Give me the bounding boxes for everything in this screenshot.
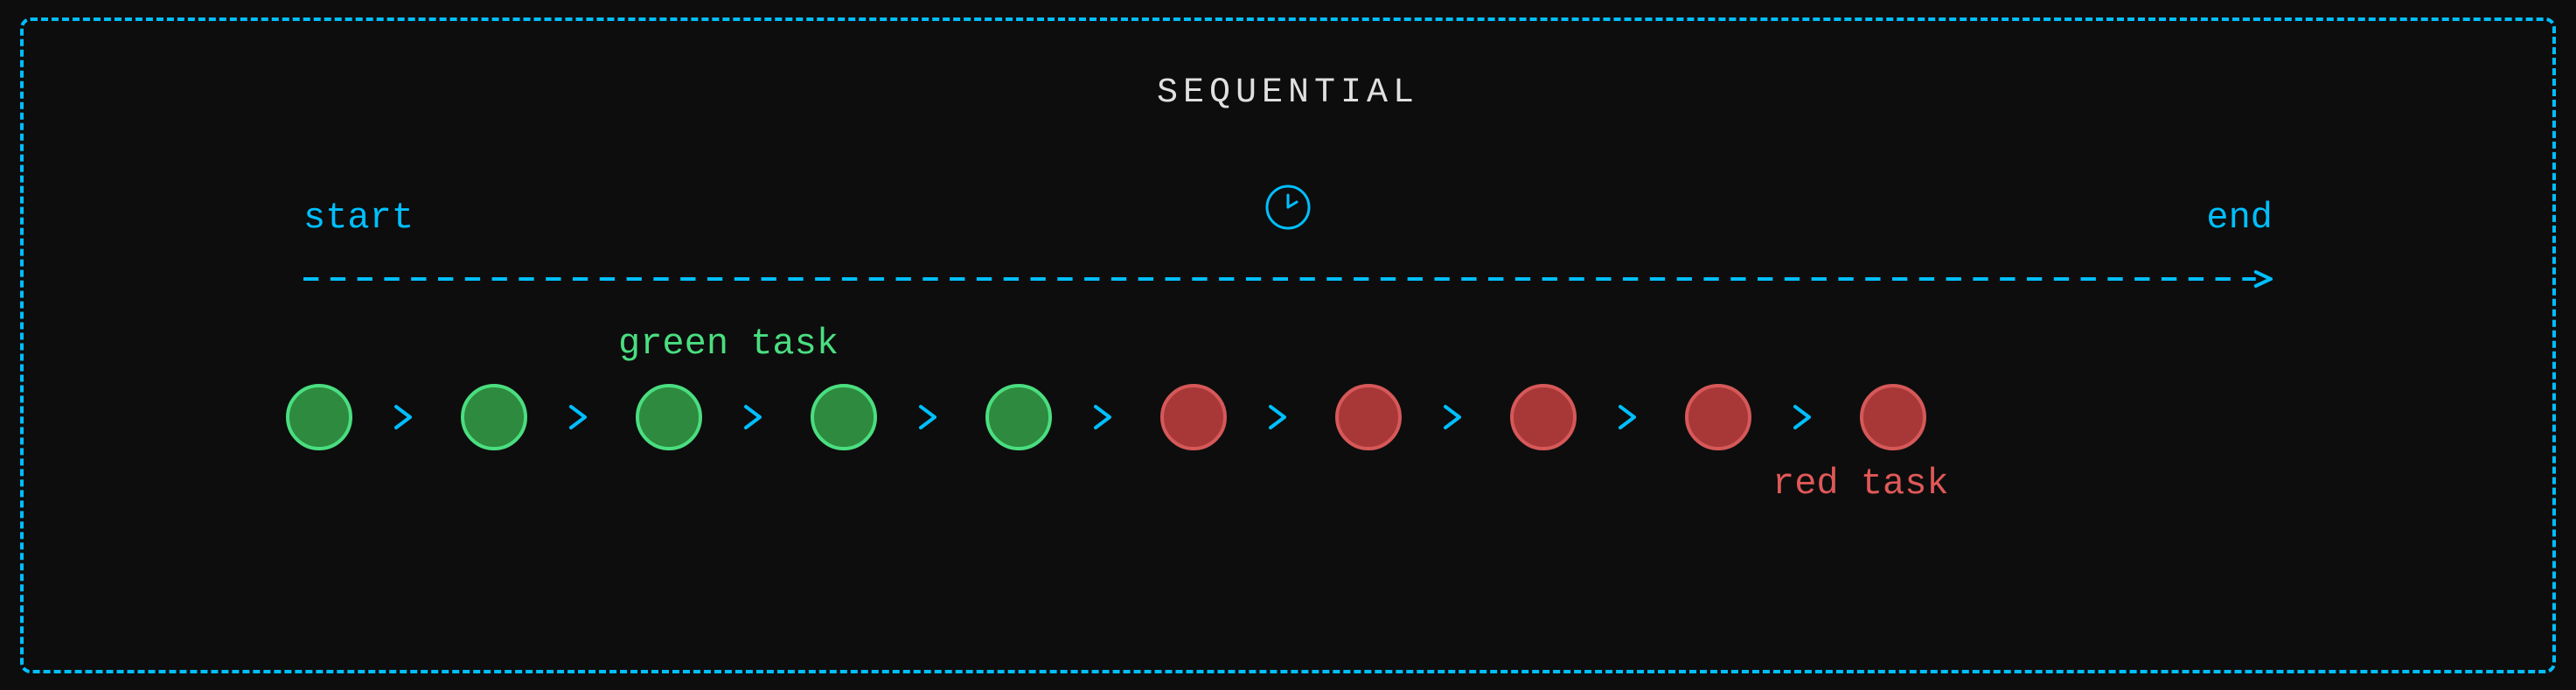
timeline-labels: start end — [303, 192, 2273, 244]
green-task-circle — [985, 384, 1052, 450]
arrow-right-icon — [1438, 400, 1473, 435]
green-task-label: green task — [618, 323, 839, 365]
green-task-circle — [636, 384, 702, 450]
start-label: start — [303, 197, 414, 239]
arrow-right-icon — [914, 400, 949, 435]
red-task-circle — [1510, 384, 1577, 450]
arrow-right-icon — [739, 400, 774, 435]
green-task-circle — [811, 384, 877, 450]
arrow-right-icon — [564, 400, 599, 435]
red-task-circle — [1335, 384, 1402, 450]
task-row — [286, 384, 2290, 450]
red-task-circle — [1160, 384, 1227, 450]
green-task-circle — [461, 384, 527, 450]
red-task-circle — [1860, 384, 1926, 450]
arrow-right-icon — [389, 400, 424, 435]
clock-icon — [1264, 183, 1312, 236]
arrow-right-icon — [1264, 400, 1298, 435]
end-label: end — [2206, 197, 2273, 239]
arrow-right-icon — [1089, 400, 1124, 435]
timeline-section: start end — [59, 192, 2517, 288]
timeline-arrow — [303, 270, 2273, 288]
diagram-container: SEQUENTIAL start end green task red task — [20, 17, 2556, 673]
tasks-section: green task red task — [59, 384, 2517, 450]
arrow-right-icon — [1613, 400, 1648, 435]
green-task-circle — [286, 384, 352, 450]
diagram-title: SEQUENTIAL — [59, 73, 2517, 113]
arrow-right-icon — [1788, 400, 1823, 435]
red-task-circle — [1685, 384, 1751, 450]
red-task-label: red task — [1772, 463, 1949, 505]
